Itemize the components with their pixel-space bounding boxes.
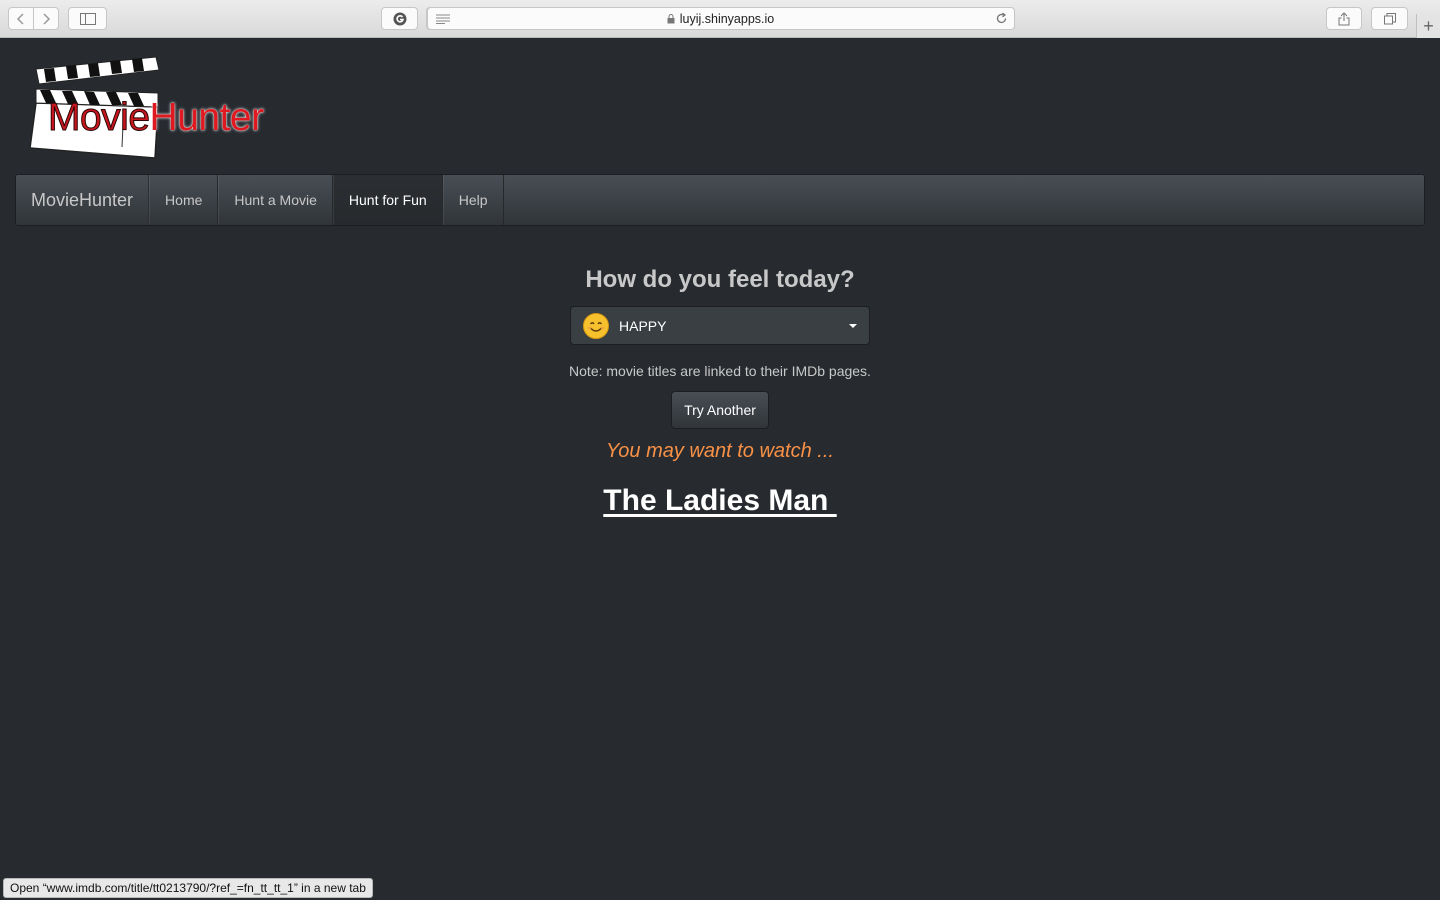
browser-toolbar: luyij.shinyapps.io +: [0, 0, 1440, 38]
smiley-face-icon: [583, 312, 609, 339]
chevron-left-icon: [16, 12, 24, 25]
logo-word-movie: Movie: [48, 96, 151, 140]
reader-view-button[interactable]: [427, 7, 457, 30]
logo-wordmark[interactable]: MovieHunter: [48, 96, 265, 140]
lock-icon: [667, 13, 675, 23]
logo-word-hunter: Hunter: [149, 96, 265, 139]
forward-button[interactable]: [33, 7, 59, 30]
sidebar-toggle-button[interactable]: [68, 7, 107, 30]
caret-down-icon: [849, 324, 857, 328]
try-another-button[interactable]: Try Another: [671, 391, 769, 429]
mood-question: How do you feel today?: [585, 266, 855, 293]
nav-home[interactable]: Home: [149, 175, 219, 225]
show-tabs-button[interactable]: [1371, 7, 1408, 30]
main-navbar: MovieHunter Home Hunt a Movie Hunt for F…: [15, 174, 1425, 226]
grammarly-extension-button[interactable]: [381, 7, 418, 30]
movie-title-link[interactable]: The Ladies Man: [603, 484, 836, 517]
g-extension-icon: [393, 12, 406, 25]
reader-lines-icon: [435, 14, 450, 24]
mood-select[interactable]: HAPPY: [570, 306, 870, 345]
tabs-overview-icon: [1383, 12, 1396, 24]
mood-select-value: HAPPY: [619, 317, 667, 334]
nav-hunt-a-movie[interactable]: Hunt a Movie: [218, 175, 333, 225]
share-icon: [1338, 11, 1350, 25]
new-tab-button[interactable]: +: [1416, 14, 1440, 38]
share-button[interactable]: [1326, 7, 1362, 30]
sidebar-icon: [79, 12, 96, 25]
suggestion-heading: You may want to watch ...: [606, 440, 834, 462]
back-button[interactable]: [8, 7, 34, 30]
chevron-right-icon: [43, 12, 51, 25]
plus-icon: +: [1423, 15, 1434, 36]
movie-title-container: The Ladies Man: [0, 484, 1440, 518]
imdb-note: Note: movie titles are linked to their I…: [569, 363, 871, 379]
address-bar[interactable]: luyij.shinyapps.io: [426, 7, 1015, 30]
url-text: luyij.shinyapps.io: [679, 11, 775, 26]
navbar-brand[interactable]: MovieHunter: [16, 175, 150, 225]
nav-help[interactable]: Help: [442, 175, 504, 225]
browser-status-bar: Open “www.imdb.com/title/tt0213790/?ref_…: [3, 878, 373, 898]
nav-hunt-for-fun[interactable]: Hunt for Fun: [332, 175, 443, 225]
reload-icon[interactable]: [995, 12, 1008, 25]
